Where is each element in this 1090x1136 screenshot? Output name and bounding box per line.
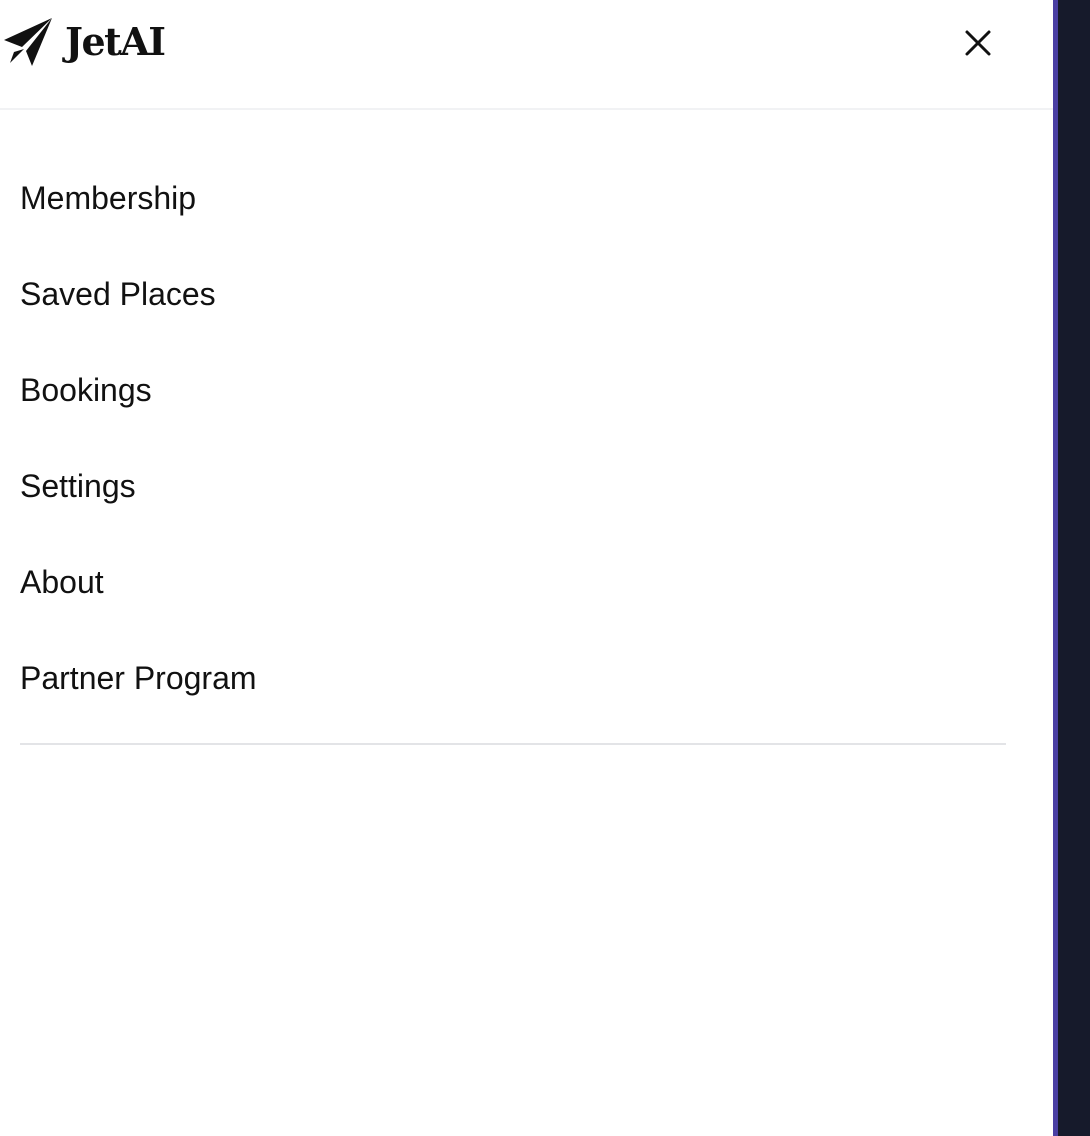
- drawer-header: JetAI: [0, 0, 1053, 110]
- backdrop-accent-stripe: [1053, 0, 1058, 1136]
- drawer-menu: Membership Saved Places Bookings Setting…: [20, 150, 1006, 726]
- page-backdrop[interactable]: [1053, 0, 1090, 1136]
- logo-link[interactable]: JetAI: [2, 16, 166, 68]
- close-icon: [965, 30, 991, 56]
- menu-link-about[interactable]: About: [20, 534, 1006, 630]
- menu-item-partner-program: Partner Program: [20, 630, 1006, 726]
- menu-link-partner-program[interactable]: Partner Program: [20, 630, 1006, 726]
- menu-link-membership[interactable]: Membership: [20, 150, 1006, 246]
- navigation-drawer: JetAI Membership Saved Places Bookings S…: [0, 0, 1053, 1136]
- menu-item-saved-places: Saved Places: [20, 246, 1006, 342]
- paper-plane-icon: [4, 18, 52, 66]
- menu-link-bookings[interactable]: Bookings: [20, 342, 1006, 438]
- menu-link-settings[interactable]: Settings: [20, 438, 1006, 534]
- page: JetAI Membership Saved Places Bookings S…: [0, 0, 1090, 1136]
- menu-item-settings: Settings: [20, 438, 1006, 534]
- menu-item-bookings: Bookings: [20, 342, 1006, 438]
- menu-item-about: About: [20, 534, 1006, 630]
- menu-link-saved-places[interactable]: Saved Places: [20, 246, 1006, 342]
- menu-item-membership: Membership: [20, 150, 1006, 246]
- close-button[interactable]: [956, 21, 1000, 65]
- app-name: JetAI: [65, 19, 166, 64]
- menu-divider: [20, 743, 1006, 745]
